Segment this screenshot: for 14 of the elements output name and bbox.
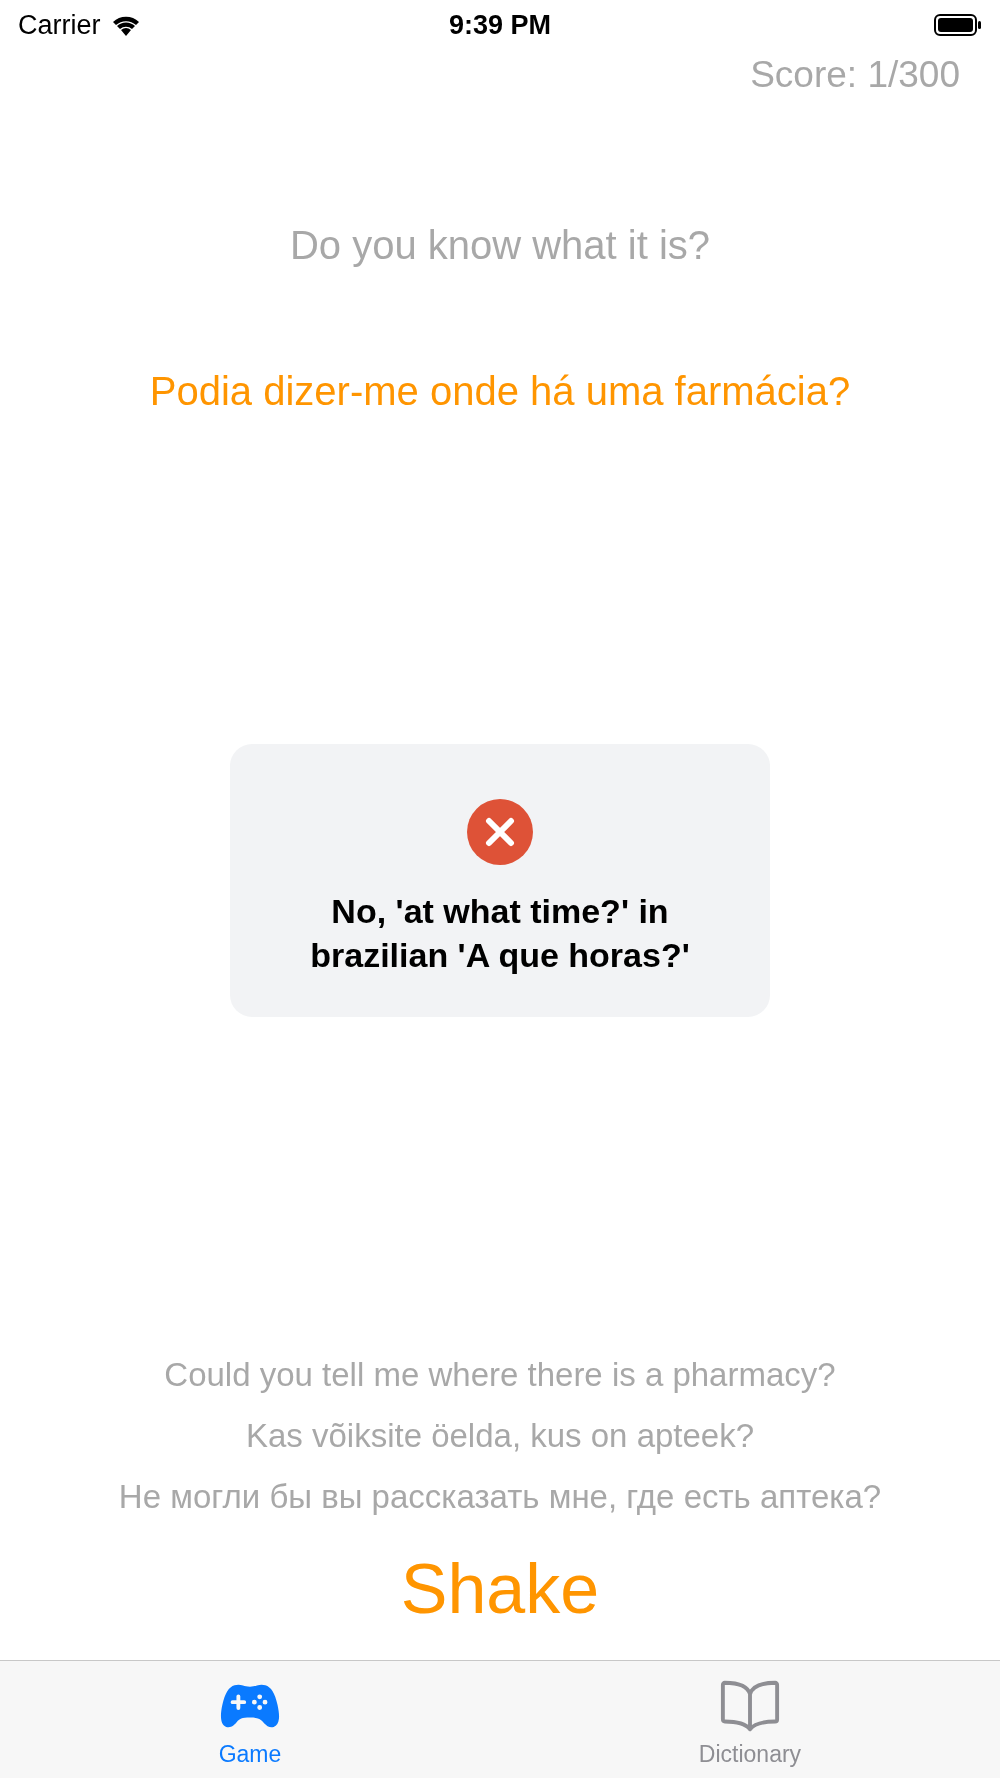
question-prompt: Do you know what it is? bbox=[289, 222, 711, 268]
shake-button[interactable]: Shake bbox=[400, 1549, 600, 1629]
score-label: Score: 1/300 bbox=[750, 53, 960, 97]
tab-item[interactable]: Game bbox=[0, 1661, 500, 1778]
translation-text: Kas võiksite öelda, kus on apteek? bbox=[245, 1416, 755, 1456]
carrier-label: Carrier bbox=[18, 9, 101, 41]
tab-item[interactable]: Dictionary bbox=[500, 1661, 1000, 1778]
phrase-text: Podia dizer-me onde há uma farmácia? bbox=[149, 368, 851, 414]
translation-text: Не могли бы вы рассказать мне, где есть аптека? bbox=[118, 1477, 882, 1517]
alert-message: No, 'at what time?' in brazilian 'A que horas?' bbox=[309, 891, 691, 976]
battery-icon bbox=[934, 14, 982, 36]
translation-text: Could you tell me where there is a pharmacy? bbox=[164, 1355, 836, 1395]
error-icon bbox=[467, 799, 533, 865]
clock-time: 9:39 PM bbox=[448, 9, 551, 41]
